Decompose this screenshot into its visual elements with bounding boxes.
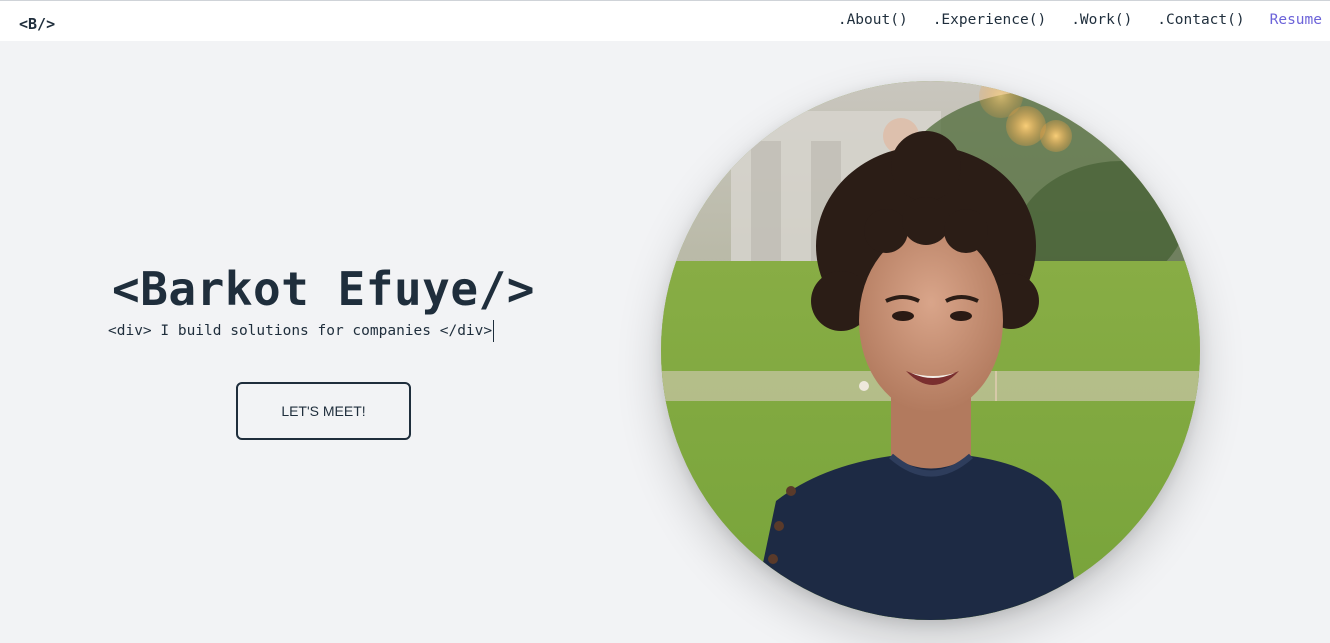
- nav-link-experience[interactable]: .Experience(): [933, 12, 1047, 28]
- nav-link-work[interactable]: .Work(): [1071, 12, 1132, 28]
- nav-links: .About() .Experience() .Work() .Contact(…: [813, 12, 1322, 28]
- lets-meet-button[interactable]: LET'S MEET!: [236, 382, 411, 440]
- logo[interactable]: <B/>: [19, 15, 55, 33]
- nav-link-resume[interactable]: Resume: [1270, 12, 1322, 28]
- navbar: <B/> .About() .Experience() .Work() .Con…: [0, 0, 1330, 41]
- hero-subtitle-text: <div> I build solutions for companies </…: [108, 323, 493, 339]
- hero-name: <Barkot Efuye/>: [112, 262, 535, 316]
- typing-caret: [493, 320, 495, 342]
- nav-link-contact[interactable]: .Contact(): [1157, 12, 1244, 28]
- nav-link-about[interactable]: .About(): [838, 12, 908, 28]
- profile-photo: [661, 81, 1200, 620]
- hero-subtitle: <div> I build solutions for companies </…: [108, 320, 495, 342]
